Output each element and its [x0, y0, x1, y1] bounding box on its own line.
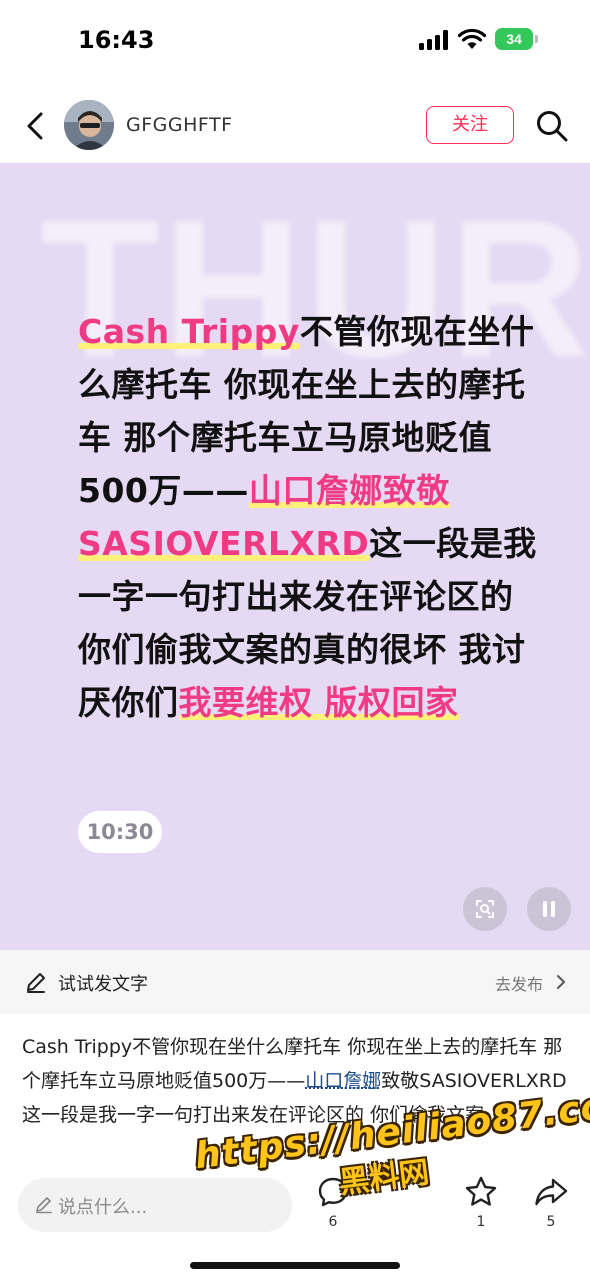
battery-icon: 34 [495, 28, 539, 50]
back-arrow-icon[interactable] [18, 108, 52, 144]
search-icon[interactable] [534, 108, 570, 144]
description-text-2: 致敬SASIOVERLXRD [381, 1070, 567, 1092]
battery-level: 34 [495, 28, 533, 50]
home-indicator [190, 1262, 400, 1269]
screenshot-button[interactable] [463, 887, 507, 931]
username[interactable]: GFGGHFTF [126, 114, 233, 136]
pen-icon [27, 973, 45, 993]
pause-button[interactable] [527, 887, 571, 931]
avatar[interactable] [64, 100, 114, 150]
publish-link[interactable]: 去发布 [495, 971, 543, 995]
share-count: 5 [546, 1214, 556, 1230]
battery-tip [535, 35, 538, 43]
highlighted-text: 我要维权 版权回家 [178, 683, 459, 722]
status-bar: 16:43 34 [0, 0, 590, 82]
try-text-label: 试试发文字 [58, 974, 148, 995]
cellular-signal-icon [419, 30, 448, 50]
wifi-icon [458, 28, 486, 49]
comment-placeholder: 说点什么... [58, 1197, 148, 1218]
chevron-right-icon[interactable] [555, 973, 567, 991]
highlighted-text: Cash Trippy [78, 312, 300, 351]
avatar-image [64, 100, 114, 150]
pen-icon [36, 1197, 52, 1214]
scan-icon [476, 900, 494, 918]
post-text: Cash Trippy不管你现在坐什么摩托车 你现在坐上去的摩托车 那个摩托车立… [78, 305, 548, 729]
try-text-bar[interactable]: 试试发文字 去发布 [0, 950, 590, 1014]
post-card[interactable]: THUR. Cash Trippy不管你现在坐什么摩托车 你现在坐上去的摩托车 … [0, 163, 590, 950]
hashtag-link[interactable]: 山口詹娜 [305, 1070, 381, 1092]
status-time: 16:43 [78, 26, 155, 54]
top-nav: GFGGHFTF 关注 [0, 92, 590, 160]
pause-icon [543, 901, 555, 917]
follow-button[interactable]: 关注 [426, 106, 514, 144]
time-badge: 10:30 [78, 811, 162, 853]
